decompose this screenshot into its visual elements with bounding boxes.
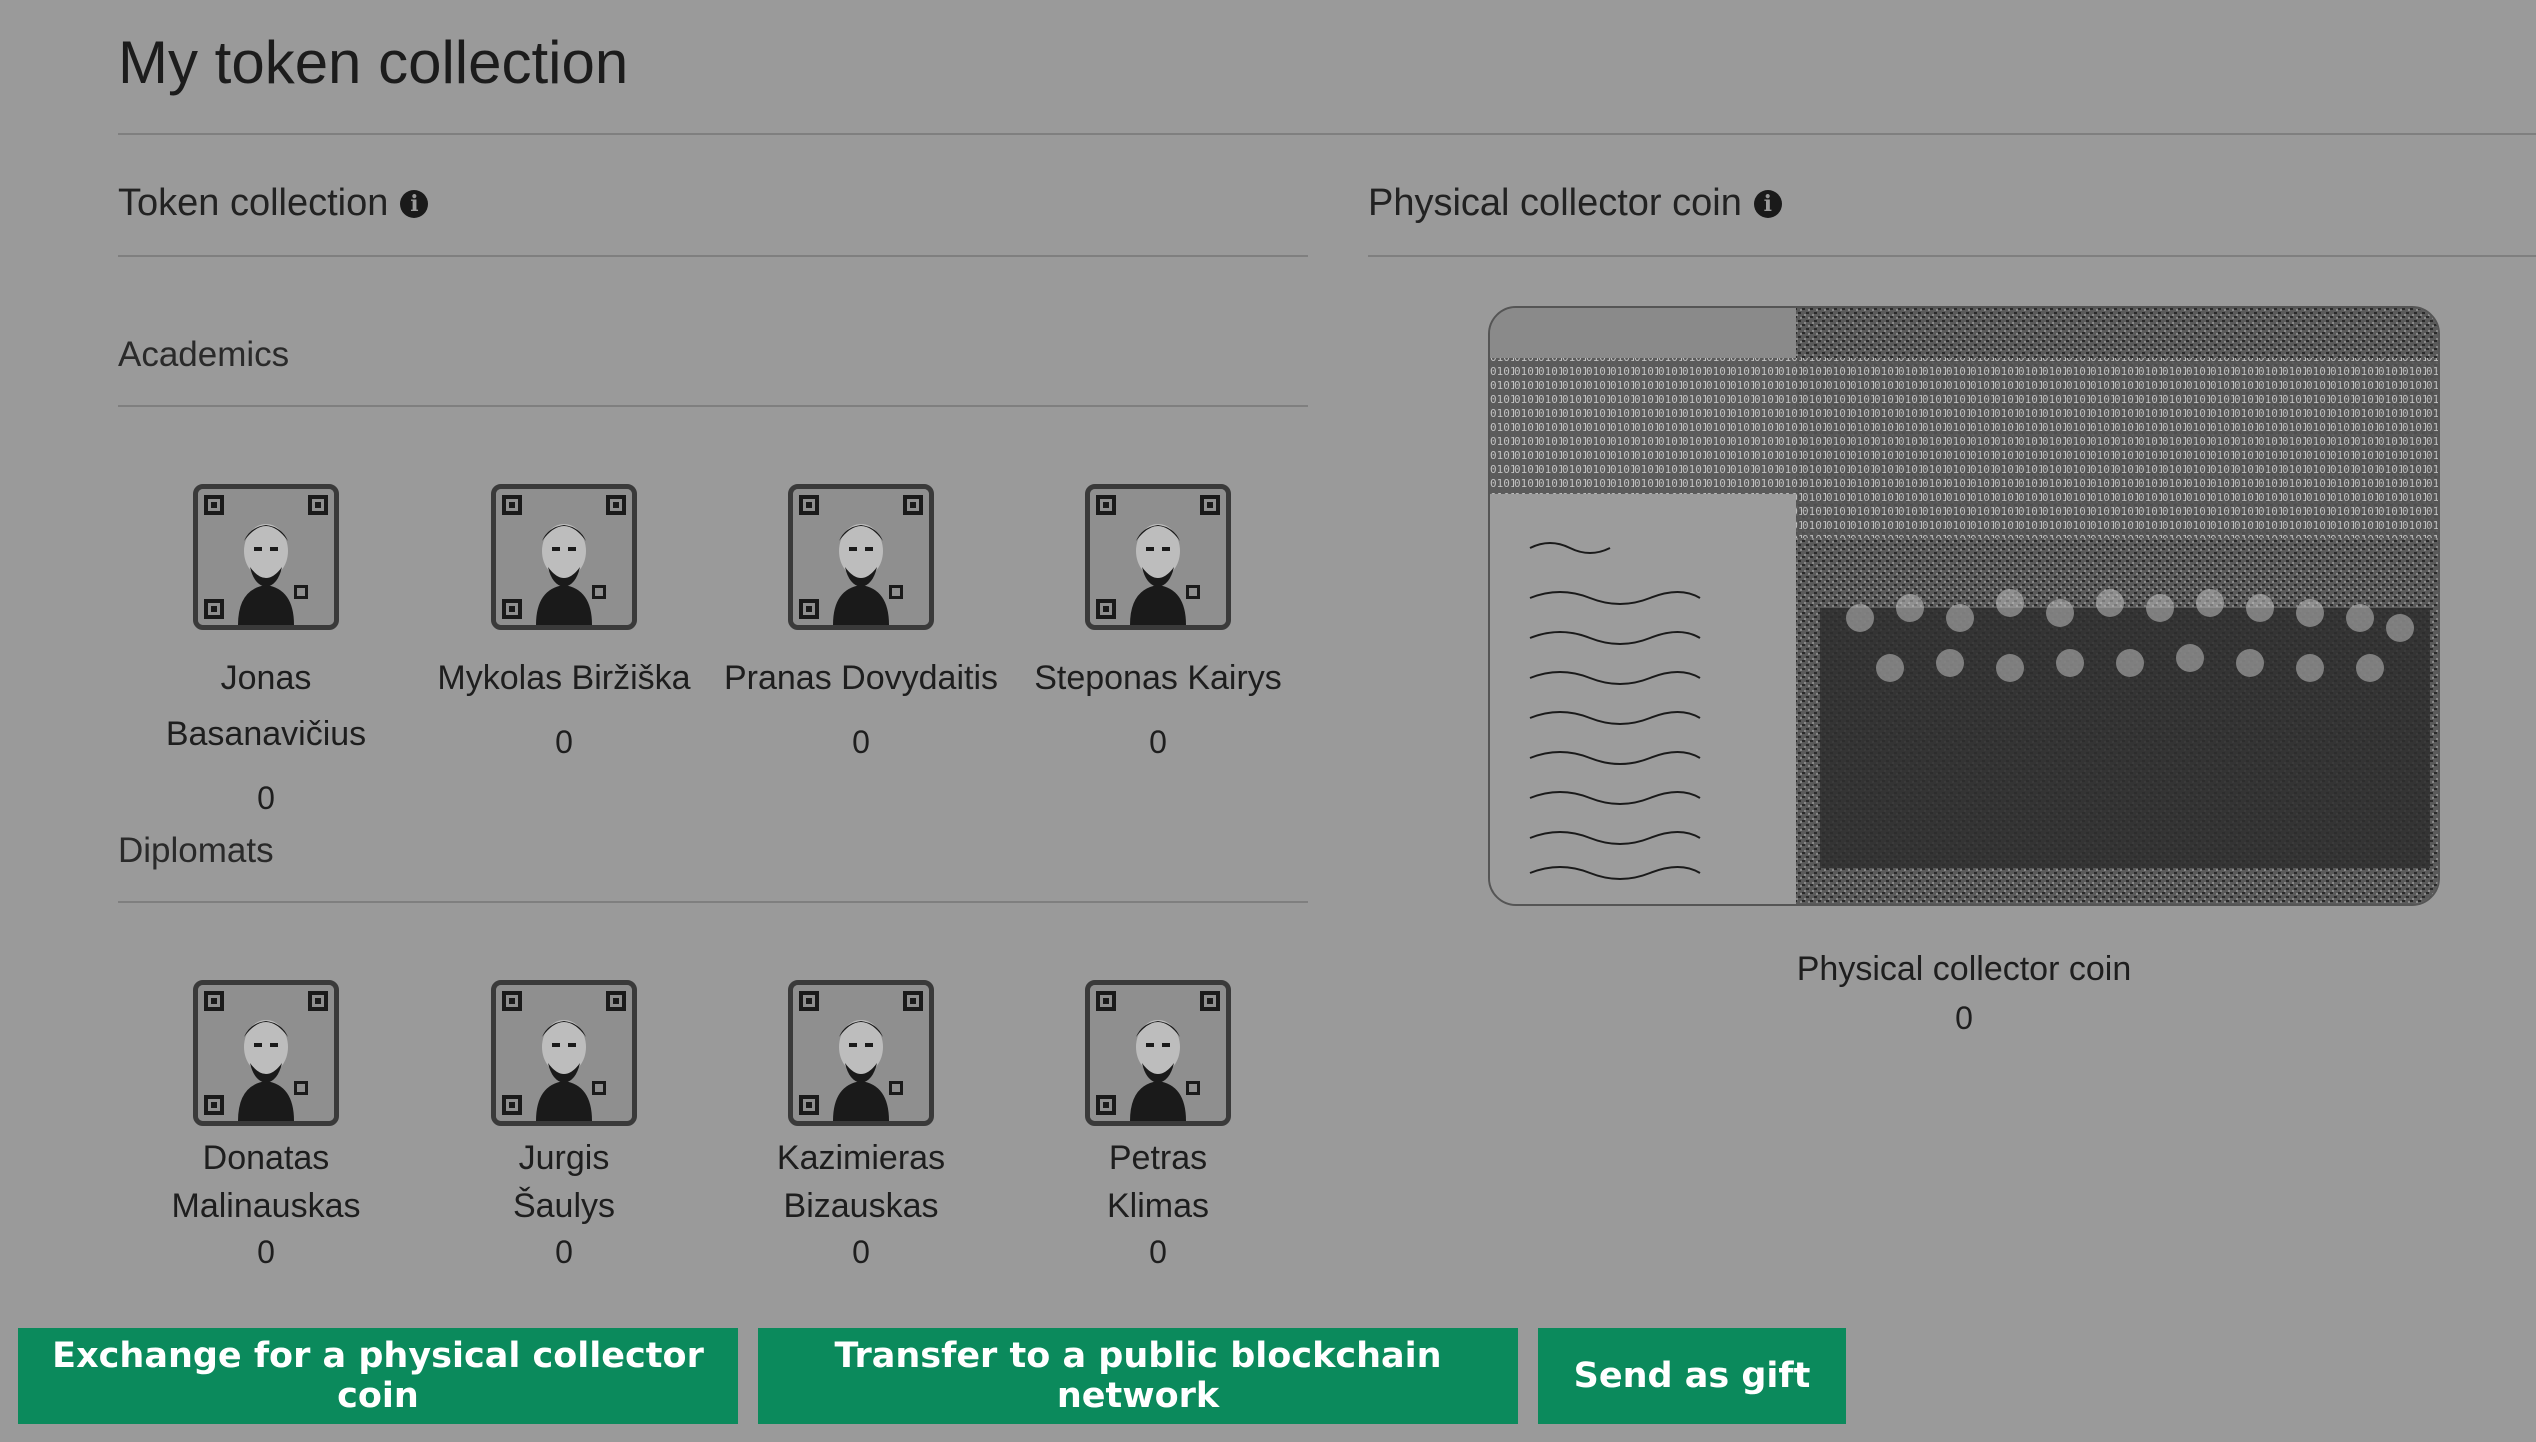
group-title-academics: Academics: [118, 335, 290, 374]
coin-section-heading: Physical collector coin i: [1368, 182, 1782, 225]
token-portrait-image[interactable]: [1085, 484, 1231, 630]
token-card[interactable]: Donatas Malinauskas 0: [116, 980, 416, 1271]
info-icon[interactable]: i: [1753, 189, 1782, 218]
diplomats-divider: [118, 901, 1308, 903]
academics-divider: [118, 405, 1308, 407]
exchange-coin-button[interactable]: Exchange for a physical collector coin: [18, 1328, 738, 1424]
token-name: Donatas Malinauskas: [171, 1139, 361, 1225]
token-card[interactable]: Jonas Basanavičius 0: [116, 484, 416, 817]
coin-caption: Physical collector coin: [1796, 950, 2132, 988]
token-count: 0: [555, 1234, 573, 1270]
token-section-divider: [118, 255, 1308, 257]
token-count: 0: [257, 1234, 275, 1270]
token-name: Steponas Kairys: [1034, 659, 1282, 697]
token-portrait-image[interactable]: [491, 980, 637, 1126]
transfer-blockchain-button[interactable]: Transfer to a public blockchain network: [758, 1328, 1518, 1424]
token-portrait-image[interactable]: [491, 484, 637, 630]
token-name: Kazimieras Bizauskas: [776, 1139, 946, 1225]
token-name: Pranas Dovydaitis: [723, 659, 998, 697]
title-divider: [118, 133, 2536, 135]
page-title: My token collection: [118, 29, 629, 96]
token-name: Jonas Basanavičius: [165, 659, 367, 753]
token-portrait-image[interactable]: [788, 980, 934, 1126]
group-title-diplomats: Diplomats: [118, 831, 274, 870]
token-card[interactable]: Pranas Dovydaitis 0: [711, 484, 1011, 761]
token-collection-heading: Token collection i: [118, 182, 429, 225]
token-card[interactable]: Steponas Kairys 0: [1008, 484, 1308, 761]
token-collection-title: Token collection: [118, 182, 389, 224]
send-gift-button[interactable]: Send as gift: [1538, 1328, 1846, 1424]
token-count: 0: [555, 724, 573, 760]
token-name: Jurgis Šaulys: [512, 1139, 616, 1225]
coin-section-divider: [1368, 255, 2536, 257]
token-card[interactable]: Petras Klimas 0: [1008, 980, 1308, 1271]
coin-count: 0: [1955, 1000, 1973, 1036]
token-count: 0: [1149, 724, 1167, 760]
token-count: 0: [852, 724, 870, 760]
token-count: 0: [1149, 1234, 1167, 1270]
token-portrait-image[interactable]: [1085, 980, 1231, 1126]
token-card[interactable]: Kazimieras Bizauskas 0: [711, 980, 1011, 1271]
token-card[interactable]: Jurgis Šaulys 0: [414, 980, 714, 1271]
token-name: Mykolas Biržiška: [437, 659, 691, 697]
token-portrait-image[interactable]: [193, 980, 339, 1126]
token-portrait-image[interactable]: [193, 484, 339, 630]
token-portrait-image[interactable]: [788, 484, 934, 630]
token-count: 0: [852, 1234, 870, 1270]
info-icon[interactable]: i: [400, 189, 429, 218]
token-card[interactable]: Mykolas Biržiška 0: [414, 484, 714, 761]
token-name: Petras Klimas: [1106, 1139, 1210, 1225]
coin-section-title: Physical collector coin: [1368, 182, 1742, 224]
token-count: 0: [257, 780, 275, 816]
collector-coin-image: 0101: [1488, 306, 2440, 906]
